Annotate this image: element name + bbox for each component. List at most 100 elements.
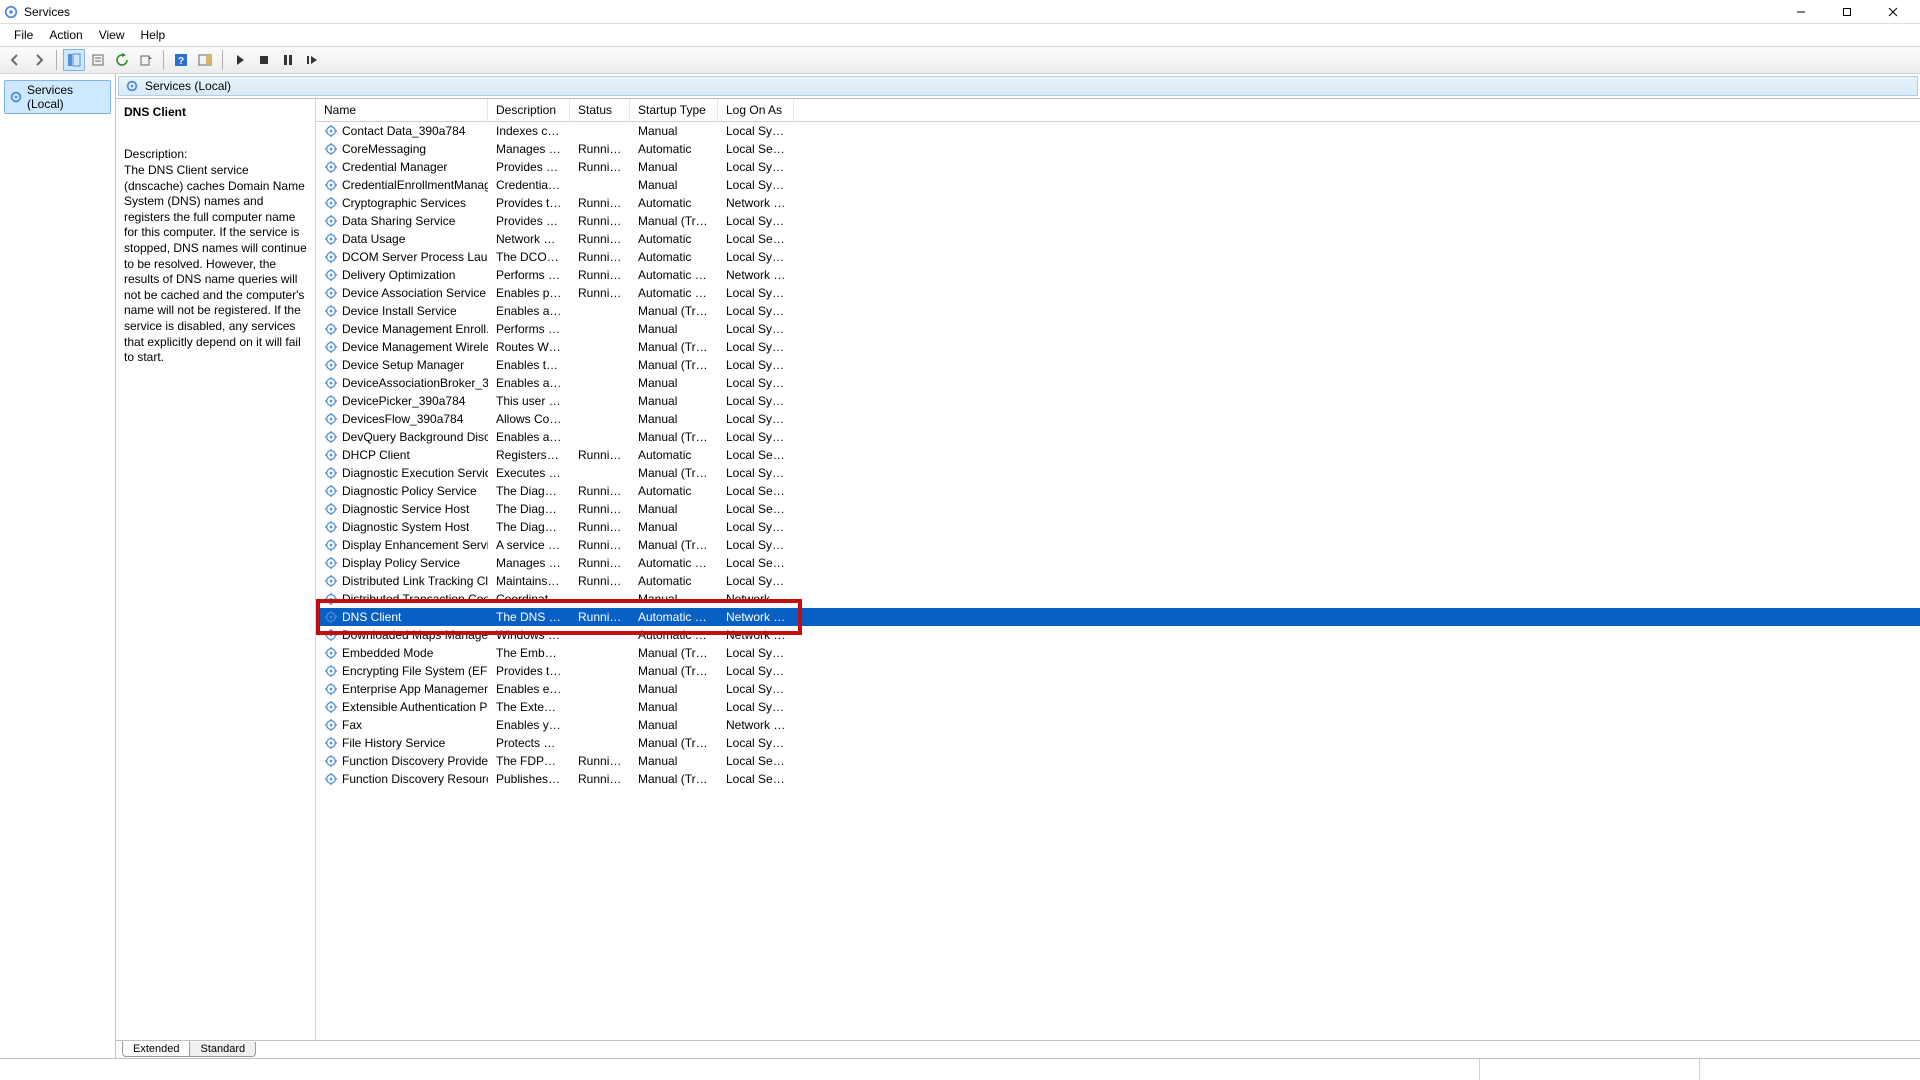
refresh-button[interactable] — [111, 49, 133, 71]
cell-description: Enables app... — [488, 430, 570, 444]
service-row[interactable]: Encrypting File System (EFS)Provides the… — [316, 662, 1920, 680]
service-row[interactable]: CredentialEnrollmentManag...Credential E… — [316, 176, 1920, 194]
gear-icon — [324, 592, 338, 606]
service-row[interactable]: Downloaded Maps ManagerWindows ser...Aut… — [316, 626, 1920, 644]
service-row[interactable]: Enterprise App Managemen...Enables ente.… — [316, 680, 1920, 698]
service-row[interactable]: DevicesFlow_390a784Allows Conn...ManualL… — [316, 410, 1920, 428]
service-row[interactable]: Device Association ServiceEnables pairi.… — [316, 284, 1920, 302]
service-row[interactable]: FaxEnables you ...ManualNetwork Se... — [316, 716, 1920, 734]
menu-view[interactable]: View — [91, 26, 133, 44]
export-button[interactable] — [135, 49, 157, 71]
stop-service-button[interactable] — [253, 49, 275, 71]
services-list[interactable]: Name Description Status Startup Type Log… — [316, 99, 1920, 1041]
service-row[interactable]: DeviceAssociationBroker_39...Enables app… — [316, 374, 1920, 392]
col-status[interactable]: Status — [570, 99, 630, 121]
cell-logon: Local System — [718, 664, 794, 678]
service-row[interactable]: Credential ManagerProvides sec...Running… — [316, 158, 1920, 176]
service-row[interactable]: Function Discovery Resourc...Publishes t… — [316, 770, 1920, 788]
service-row[interactable]: Device Install ServiceEnables a co...Man… — [316, 302, 1920, 320]
close-button[interactable] — [1870, 0, 1916, 24]
service-row[interactable]: File History ServiceProtects user...Manu… — [316, 734, 1920, 752]
menu-help[interactable]: Help — [133, 26, 174, 44]
gear-icon — [324, 718, 338, 732]
tree-item-services-local[interactable]: Services (Local) — [4, 80, 111, 114]
gear-icon — [324, 196, 338, 210]
cell-name: Credential Manager — [316, 160, 488, 174]
gear-icon — [324, 538, 338, 552]
gear-icon — [324, 556, 338, 570]
service-row[interactable]: DNS ClientThe DNS Cli...RunningAutomatic… — [316, 608, 1920, 626]
cell-logon: Local System — [718, 736, 794, 750]
gear-icon — [324, 250, 338, 264]
col-startup-type[interactable]: Startup Type — [630, 99, 718, 121]
service-row[interactable]: DCOM Server Process Launc...The DCOML...… — [316, 248, 1920, 266]
service-row[interactable]: Diagnostic Execution ServiceExecutes dia… — [316, 464, 1920, 482]
service-row[interactable]: Device Management Enroll...Performs De..… — [316, 320, 1920, 338]
service-row[interactable]: Device Management Wireles...Routes Wirel… — [316, 338, 1920, 356]
cell-status: Running — [570, 214, 630, 228]
cell-startup: Manual — [630, 124, 718, 138]
service-row[interactable]: Diagnostic Policy ServiceThe Diagnos...R… — [316, 482, 1920, 500]
service-row[interactable]: Device Setup ManagerEnables the ...Manua… — [316, 356, 1920, 374]
cell-startup: Manual — [630, 700, 718, 714]
service-row[interactable]: DevicePicker_390a784This user ser...Manu… — [316, 392, 1920, 410]
cell-name: Device Management Enroll... — [316, 322, 488, 336]
service-row[interactable]: Cryptographic ServicesProvides thr...Run… — [316, 194, 1920, 212]
cell-startup: Manual — [630, 682, 718, 696]
gear-icon — [324, 178, 338, 192]
help-button[interactable]: ? — [170, 49, 192, 71]
cell-logon: Local Service — [718, 484, 794, 498]
service-row[interactable]: Extensible Authentication Pr...The Exten… — [316, 698, 1920, 716]
cell-startup: Automatic (De... — [630, 556, 718, 570]
service-row[interactable]: Contact Data_390a784Indexes cont...Manua… — [316, 122, 1920, 140]
pause-service-button[interactable] — [277, 49, 299, 71]
service-row[interactable]: Delivery OptimizationPerforms co...Runni… — [316, 266, 1920, 284]
cell-description: Enables you ... — [488, 718, 570, 732]
menu-action[interactable]: Action — [41, 26, 90, 44]
cell-logon: Local System — [718, 250, 794, 264]
service-row[interactable]: Diagnostic System HostThe Diagnos...Runn… — [316, 518, 1920, 536]
service-row[interactable]: DevQuery Background Disc...Enables app..… — [316, 428, 1920, 446]
start-service-button[interactable] — [229, 49, 251, 71]
service-row[interactable]: Embedded ModeThe Embedd...Manual (Trigg.… — [316, 644, 1920, 662]
col-description[interactable]: Description — [488, 99, 570, 121]
show-hide-action-button[interactable] — [194, 49, 216, 71]
nav-back-button[interactable] — [4, 49, 26, 71]
tab-extended[interactable]: Extended — [122, 1041, 190, 1057]
service-row[interactable]: Function Discovery Provider ...The FDPHO… — [316, 752, 1920, 770]
maximize-button[interactable] — [1824, 0, 1870, 24]
cell-description: Enables ente... — [488, 682, 570, 696]
service-row[interactable]: Display Enhancement ServiceA service for… — [316, 536, 1920, 554]
service-row[interactable]: Distributed Link Tracking Cli...Maintain… — [316, 572, 1920, 590]
cell-startup: Automatic — [630, 574, 718, 588]
service-row[interactable]: DHCP ClientRegisters an...RunningAutomat… — [316, 446, 1920, 464]
cell-startup: Manual (Trigg... — [630, 358, 718, 372]
properties-button[interactable] — [87, 49, 109, 71]
gear-icon — [324, 394, 338, 408]
gear-icon — [324, 286, 338, 300]
service-row[interactable]: Display Policy ServiceManages th...Runni… — [316, 554, 1920, 572]
col-name[interactable]: Name — [316, 99, 488, 121]
cell-name: Device Association Service — [316, 286, 488, 300]
titlebar: Services — [0, 0, 1920, 24]
service-row[interactable]: CoreMessagingManages co...RunningAutomat… — [316, 140, 1920, 158]
nav-forward-button[interactable] — [28, 49, 50, 71]
restart-service-button[interactable] — [301, 49, 323, 71]
tab-standard[interactable]: Standard — [189, 1042, 256, 1057]
service-row[interactable]: Data Sharing ServiceProvides dat...Runni… — [316, 212, 1920, 230]
cell-logon: Local System — [718, 394, 794, 408]
gear-icon — [324, 124, 338, 138]
gear-icon — [324, 574, 338, 588]
gear-icon — [324, 214, 338, 228]
show-tree-button[interactable] — [63, 49, 85, 71]
service-row[interactable]: Diagnostic Service HostThe Diagnos...Run… — [316, 500, 1920, 518]
service-row[interactable]: Distributed Transaction Coor...Coordinat… — [316, 590, 1920, 608]
statusbar-cell — [0, 1059, 1480, 1080]
service-row[interactable]: Data UsageNetwork dat...RunningAutomatic… — [316, 230, 1920, 248]
cell-logon: Network Se... — [718, 610, 794, 624]
cell-logon: Local Service — [718, 502, 794, 516]
menu-file[interactable]: File — [6, 26, 41, 44]
cell-status: Running — [570, 250, 630, 264]
minimize-button[interactable] — [1778, 0, 1824, 24]
col-log-on-as[interactable]: Log On As — [718, 99, 794, 121]
